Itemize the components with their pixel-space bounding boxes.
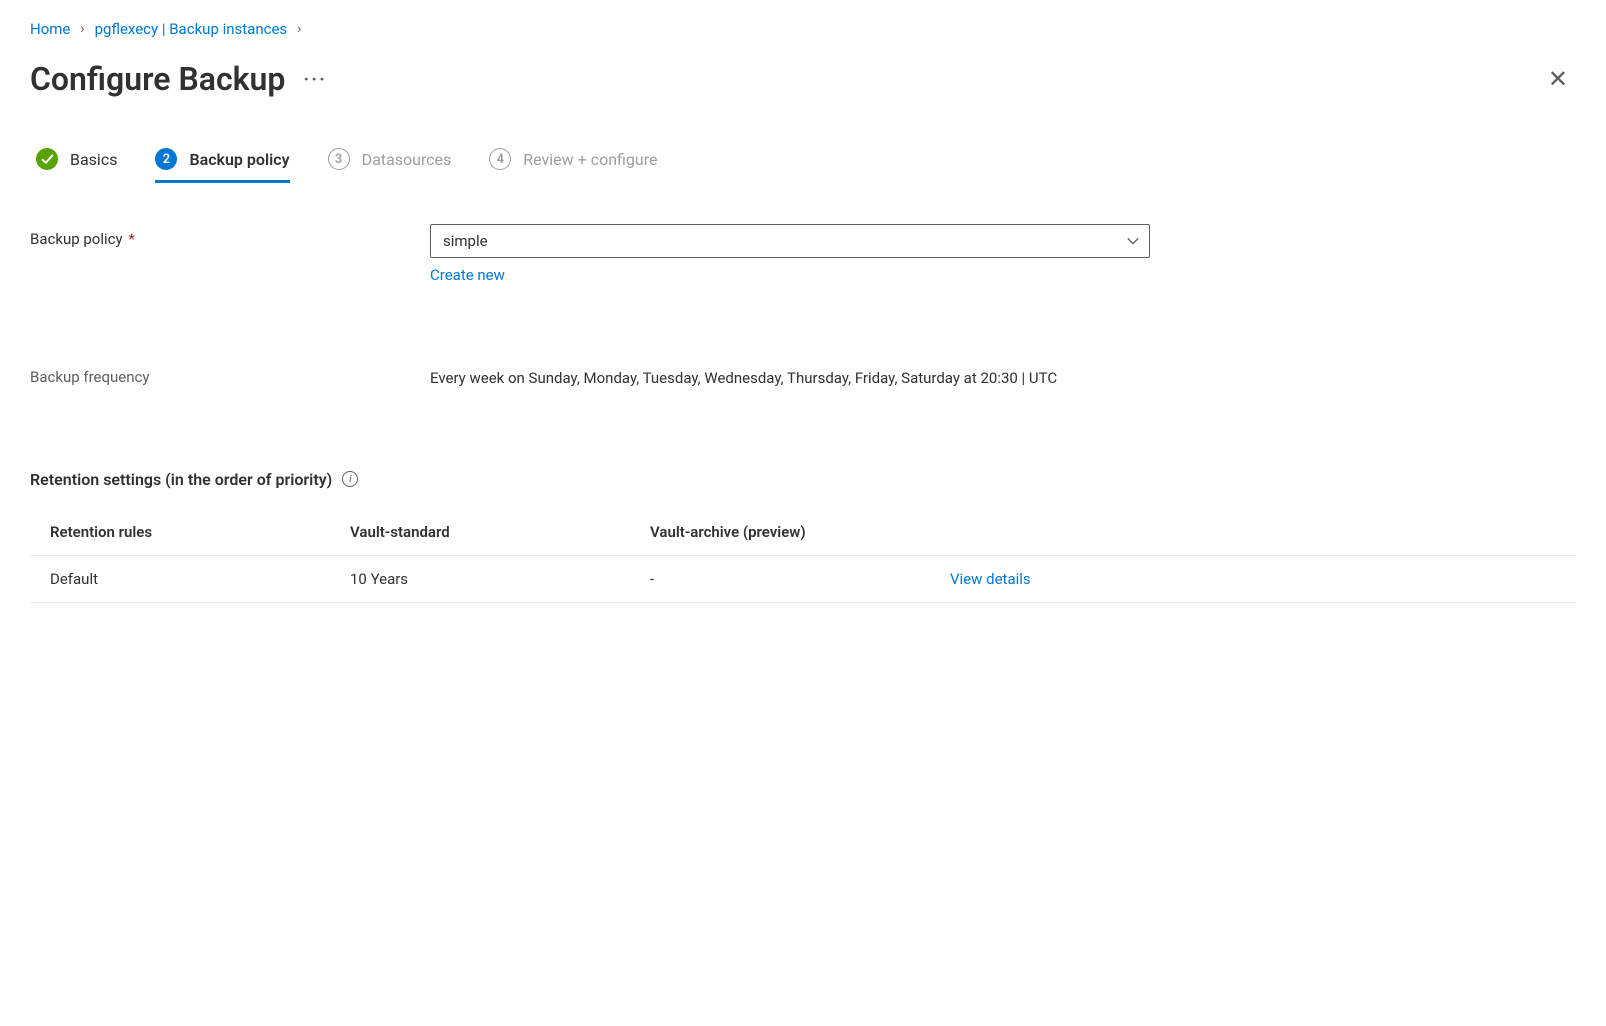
step-number-icon: 4 bbox=[489, 148, 511, 170]
page-title: Configure Backup ··· bbox=[30, 60, 327, 98]
col-vault-archive: Vault-archive (preview) bbox=[650, 523, 950, 541]
step-basics-label: Basics bbox=[70, 150, 117, 169]
check-circle-icon bbox=[36, 148, 58, 170]
step-datasources[interactable]: 3 Datasources bbox=[328, 148, 452, 180]
table-header: Retention rules Vault-standard Vault-arc… bbox=[30, 509, 1576, 556]
backup-policy-row: Backup policy * simple Create new bbox=[30, 224, 1576, 284]
step-datasources-label: Datasources bbox=[362, 150, 452, 169]
backup-policy-label: Backup policy * bbox=[30, 224, 430, 284]
step-number-icon: 3 bbox=[328, 148, 350, 170]
page-title-text: Configure Backup bbox=[30, 60, 285, 98]
info-icon[interactable]: i bbox=[342, 471, 358, 487]
breadcrumb-home[interactable]: Home bbox=[30, 20, 70, 38]
backup-policy-select[interactable]: simple bbox=[430, 224, 1150, 258]
view-details-link[interactable]: View details bbox=[950, 570, 1031, 588]
backup-frequency-label: Backup frequency bbox=[30, 362, 430, 392]
retention-section-title: Retention settings (in the order of prio… bbox=[30, 470, 1576, 489]
breadcrumb-instance[interactable]: pgflexecy | Backup instances bbox=[95, 20, 288, 38]
retention-title-text: Retention settings (in the order of prio… bbox=[30, 470, 332, 489]
required-asterisk: * bbox=[125, 230, 135, 248]
close-button[interactable]: ✕ bbox=[1540, 61, 1576, 97]
backup-frequency-value: Every week on Sunday, Monday, Tuesday, W… bbox=[430, 362, 1150, 392]
more-actions-button[interactable]: ··· bbox=[303, 67, 327, 91]
cell-rule-name: Default bbox=[50, 570, 350, 588]
step-backup-policy-label: Backup policy bbox=[189, 150, 289, 169]
step-backup-policy[interactable]: 2 Backup policy bbox=[155, 148, 289, 183]
wizard-steps: Basics 2 Backup policy 3 Datasources 4 R… bbox=[30, 148, 1576, 180]
retention-table: Retention rules Vault-standard Vault-arc… bbox=[30, 509, 1576, 603]
step-basics[interactable]: Basics bbox=[36, 148, 117, 180]
col-retention-rules: Retention rules bbox=[50, 523, 350, 541]
cell-vault-standard: 10 Years bbox=[350, 570, 650, 588]
chevron-right-icon: › bbox=[80, 21, 84, 37]
breadcrumb: Home › pgflexecy | Backup instances › bbox=[30, 20, 1576, 38]
step-review[interactable]: 4 Review + configure bbox=[489, 148, 657, 180]
step-review-label: Review + configure bbox=[523, 150, 657, 169]
cell-vault-archive: - bbox=[650, 570, 950, 588]
step-number-icon: 2 bbox=[155, 148, 177, 170]
table-row: Default 10 Years - View details bbox=[30, 556, 1576, 603]
backup-policy-label-text: Backup policy bbox=[30, 230, 123, 248]
col-vault-standard: Vault-standard bbox=[350, 523, 650, 541]
chevron-right-icon: › bbox=[297, 21, 301, 37]
backup-frequency-row: Backup frequency Every week on Sunday, M… bbox=[30, 362, 1576, 392]
page-header: Configure Backup ··· ✕ bbox=[30, 60, 1576, 98]
create-new-link[interactable]: Create new bbox=[430, 266, 505, 284]
